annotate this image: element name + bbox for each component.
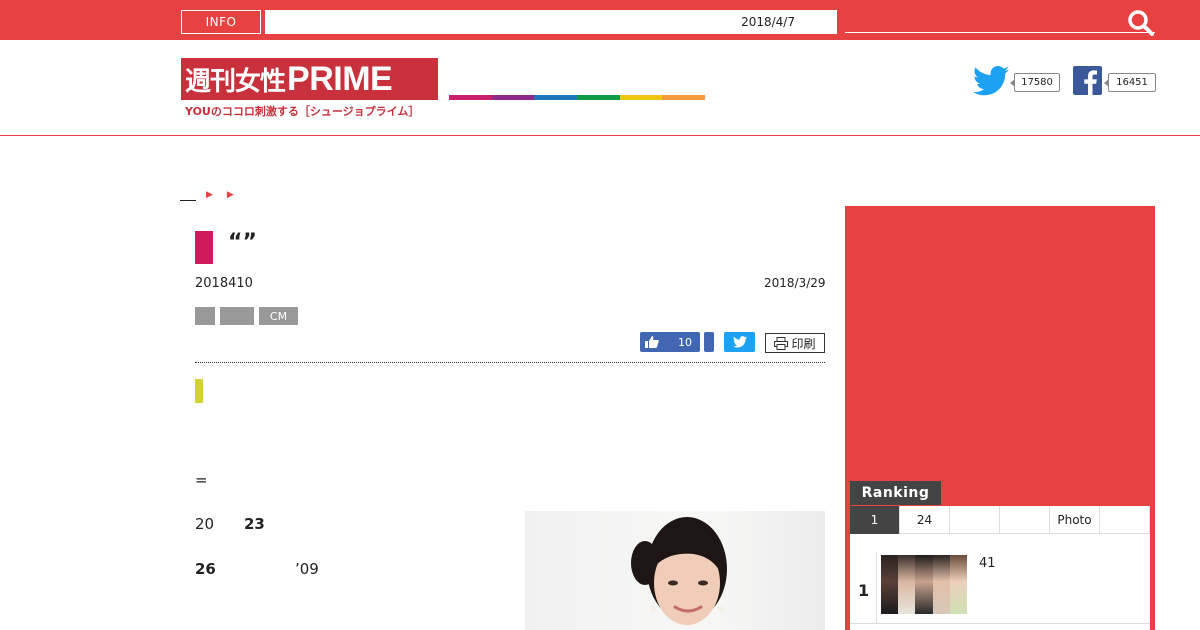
ranking-tab[interactable] <box>950 506 1000 534</box>
brand-color-segment <box>662 95 706 100</box>
tag-chip[interactable] <box>195 307 215 325</box>
thumbs-up-icon <box>645 336 659 348</box>
tag-chip[interactable]: CM <box>259 307 298 325</box>
share-count-button[interactable] <box>704 332 714 352</box>
search-icon[interactable] <box>1127 9 1155 37</box>
article-photo <box>525 511 825 630</box>
publish-date: 2018/3/29 <box>764 276 826 290</box>
brand-color-segment <box>491 95 535 100</box>
body-text: 20 <box>195 515 215 533</box>
ranking-tab-photo[interactable]: Photo <box>1050 506 1100 534</box>
ranking-panel: 1 24 Photo 1 41 <box>850 506 1150 630</box>
brand-color-segment <box>577 95 620 100</box>
ticker-date: 2018/4/7 <box>741 15 795 29</box>
twitter-bird-icon <box>732 336 747 348</box>
like-count: 10 <box>678 335 692 349</box>
ranking-tab[interactable]: 1 <box>850 506 900 534</box>
ranking-tabs: 1 24 Photo <box>850 506 1150 534</box>
article-title: “” <box>228 230 257 255</box>
tag-list: CM <box>195 307 298 325</box>
twitter-icon[interactable] <box>973 66 1009 96</box>
facebook-icon[interactable] <box>1073 66 1102 95</box>
ranking-tab[interactable] <box>1000 506 1050 534</box>
title-accent-bar <box>195 231 213 264</box>
brand-color-bar <box>449 95 706 100</box>
search-input[interactable] <box>845 32 1155 33</box>
ranking-tab[interactable] <box>1100 506 1150 534</box>
section-accent-bar <box>195 379 203 403</box>
print-label: 印刷 <box>791 336 816 351</box>
logo-tagline: YOUのココロ刺激する［シュージョプライム］ <box>185 105 420 118</box>
tag-chip[interactable] <box>220 307 254 325</box>
site-logo[interactable]: 週刊女性 PRIME YOUのココロ刺激する［シュージョプライム］ <box>181 58 438 118</box>
logo-box: 週刊女性 PRIME <box>181 58 438 100</box>
portrait-image <box>631 517 727 625</box>
ranking-tab[interactable]: 24 <box>900 506 950 534</box>
breadcrumb-arrow-icon: ▶ <box>226 190 234 200</box>
ranking-label: Ranking <box>850 481 941 505</box>
site-header: 週刊女性 PRIME YOUのココロ刺激する［シュージョプライム］ 17580 … <box>0 40 1200 136</box>
ranking-list-item[interactable]: 1 41 <box>850 534 1150 624</box>
top-bar: INFO 2018/4/7 <box>0 0 1200 40</box>
ranking-thumbnail[interactable] <box>881 555 968 614</box>
rank-number: 1 <box>858 581 870 600</box>
brand-color-segment <box>619 95 663 100</box>
brand-color-segment <box>449 95 492 100</box>
facebook-count: 16451 <box>1104 73 1156 92</box>
brand-color-segment <box>534 95 578 100</box>
twitter-count: 17580 <box>1010 73 1060 92</box>
issue-number: 2018410 <box>195 276 253 291</box>
body-text: = <box>195 471 208 489</box>
breadcrumb: ▶ ▶ <box>180 188 238 202</box>
body-text-bold: 23 <box>244 515 265 533</box>
body-text-bold: 26 <box>195 560 216 578</box>
info-button[interactable]: INFO <box>181 10 261 34</box>
tweet-button[interactable] <box>724 332 755 352</box>
news-ticker[interactable]: 2018/4/7 <box>265 10 837 34</box>
logo-english: PRIME <box>287 59 393 98</box>
breadcrumb-home-link[interactable] <box>180 199 196 201</box>
article-divider <box>195 362 825 363</box>
printer-icon <box>774 336 789 350</box>
rank-separator <box>876 552 877 624</box>
print-button[interactable]: 印刷 <box>765 333 825 353</box>
breadcrumb-arrow-icon: ▶ <box>206 190 213 200</box>
logo-japanese: 週刊女性 <box>185 66 286 97</box>
body-text: ’09 <box>295 560 319 578</box>
rank-headline: 41 <box>979 556 996 571</box>
facebook-like-button[interactable]: 10 <box>640 332 700 352</box>
